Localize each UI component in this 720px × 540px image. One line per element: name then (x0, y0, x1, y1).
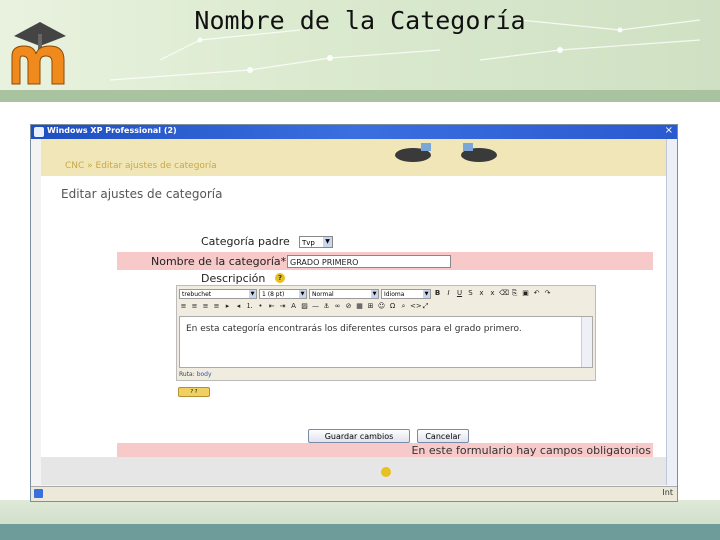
italic-icon[interactable]: I (444, 289, 453, 298)
editor-toolbar-2: ≡ ≡ ≡ ≡ ▸ ◂ ⒈ • ⇤ ⇥ A ▨ — ⚓ ∞ ⊘ ▦ ⊞ ☺ Ω (179, 300, 593, 313)
required-notice-row: En este formulario hay campos obligatori… (117, 443, 653, 457)
slide-header: Nombre de la Categoría (0, 0, 720, 90)
description-label: Descripción (201, 272, 266, 285)
superscript-icon[interactable]: x (488, 289, 497, 298)
required-notice: En este formulario hay campos obligatori… (411, 444, 651, 457)
cancel-button[interactable]: Cancelar (417, 429, 469, 443)
ie-icon (34, 489, 43, 498)
link-icon[interactable]: ∞ (333, 302, 342, 311)
page-footer (41, 457, 667, 485)
moodle-logo-icon (11, 22, 66, 85)
source-icon[interactable]: <> (410, 302, 422, 311)
screenshot-window: Windows XP Professional (2) × CNC » Edit… (30, 124, 678, 502)
category-name-input[interactable]: GRADO PRIMERO (287, 255, 451, 268)
editor-scrollbar[interactable] (581, 317, 592, 367)
bold-icon[interactable]: B (433, 289, 442, 298)
align-left-icon[interactable]: ≡ (179, 302, 188, 311)
parent-category-label: Categoría padre (201, 235, 290, 248)
help-icon[interactable]: ? (275, 273, 285, 283)
fullscreen-icon[interactable]: ⤢ (421, 302, 430, 311)
window-title: Windows XP Professional (2) (47, 126, 177, 135)
parent-category-select[interactable]: Tvp ▼ (299, 236, 333, 248)
path-body-link[interactable]: body (197, 371, 212, 378)
html-editor: trebuchet ▼ 1 (8 pt) ▼ Normal ▼ Idioma ▼ B I… (176, 285, 596, 381)
size-select[interactable]: 1 (8 pt) ▼ (259, 288, 307, 299)
editor-content: En esta categoría encontrarás los difere… (186, 324, 522, 334)
moodle-footer-icon[interactable] (381, 467, 391, 477)
justify-icon[interactable]: ≡ (212, 302, 221, 311)
shoes-icon (395, 143, 497, 162)
copy-icon[interactable]: ⎘ (510, 289, 519, 298)
page-scrollbar[interactable] (666, 139, 677, 485)
site-banner: CNC » Editar ajustes de categoría (41, 139, 667, 176)
unordered-list-icon[interactable]: • (256, 302, 265, 311)
save-button[interactable]: Guardar cambios (308, 429, 410, 443)
editor-path: Ruta: body (179, 371, 212, 378)
indent-icon[interactable]: ⇥ (278, 302, 287, 311)
outdent-icon[interactable]: ⇤ (267, 302, 276, 311)
anchor-icon[interactable]: ⚓ (322, 302, 331, 311)
search-icon[interactable]: ⌕ (399, 302, 408, 311)
language-select[interactable]: Idioma ▼ (381, 288, 431, 299)
special-char-icon[interactable]: Ω (388, 302, 397, 311)
rtl-icon[interactable]: ◂ (234, 302, 243, 311)
bg-color-icon[interactable]: ▨ (300, 302, 309, 311)
status-zone: Int (662, 488, 673, 497)
slide-title: Nombre de la Categoría (194, 6, 526, 35)
editor-content-area[interactable]: En esta categoría encontrarás los difere… (179, 316, 593, 368)
style-select[interactable]: Normal ▼ (309, 288, 379, 299)
slide-footer (0, 500, 720, 540)
align-right-icon[interactable]: ≡ (201, 302, 210, 311)
window-icon (34, 127, 44, 137)
browser-viewport: CNC » Editar ajustes de categoría Editar… (41, 139, 667, 485)
breadcrumb[interactable]: CNC » Editar ajustes de categoría (65, 161, 217, 171)
ordered-list-icon[interactable]: ⒈ (245, 302, 254, 311)
font-select[interactable]: trebuchet ▼ (179, 288, 257, 299)
table-icon[interactable]: ⊞ (366, 302, 375, 311)
status-bar: Int (31, 486, 677, 501)
close-icon[interactable]: × (665, 125, 673, 136)
text-color-icon[interactable]: A (289, 302, 298, 311)
editor-help-icon[interactable]: ? ? (178, 387, 210, 397)
strikethrough-icon[interactable]: S (466, 289, 475, 298)
clean-icon[interactable]: ⌫ (499, 289, 509, 298)
editor-toolbar-1: trebuchet ▼ 1 (8 pt) ▼ Normal ▼ Idioma ▼ B I… (179, 287, 593, 300)
hr-icon[interactable]: — (311, 302, 320, 311)
section-title: Editar ajustes de categoría (61, 187, 223, 201)
unlink-icon[interactable]: ⊘ (344, 302, 353, 311)
align-center-icon[interactable]: ≡ (190, 302, 199, 311)
window-titlebar: Windows XP Professional (2) × (31, 125, 677, 139)
ltr-icon[interactable]: ▸ (223, 302, 232, 311)
slide-band (0, 90, 720, 102)
redo-icon[interactable]: ↷ (543, 289, 552, 298)
chevron-down-icon: ▼ (323, 237, 332, 247)
image-icon[interactable]: ▦ (355, 302, 364, 311)
category-name-label: Nombre de la categoría* (151, 255, 287, 268)
underline-icon[interactable]: U (455, 289, 464, 298)
smiley-icon[interactable]: ☺ (377, 302, 386, 311)
undo-icon[interactable]: ↶ (532, 289, 541, 298)
paste-icon[interactable]: ▣ (521, 289, 530, 298)
subscript-icon[interactable]: x (477, 289, 486, 298)
